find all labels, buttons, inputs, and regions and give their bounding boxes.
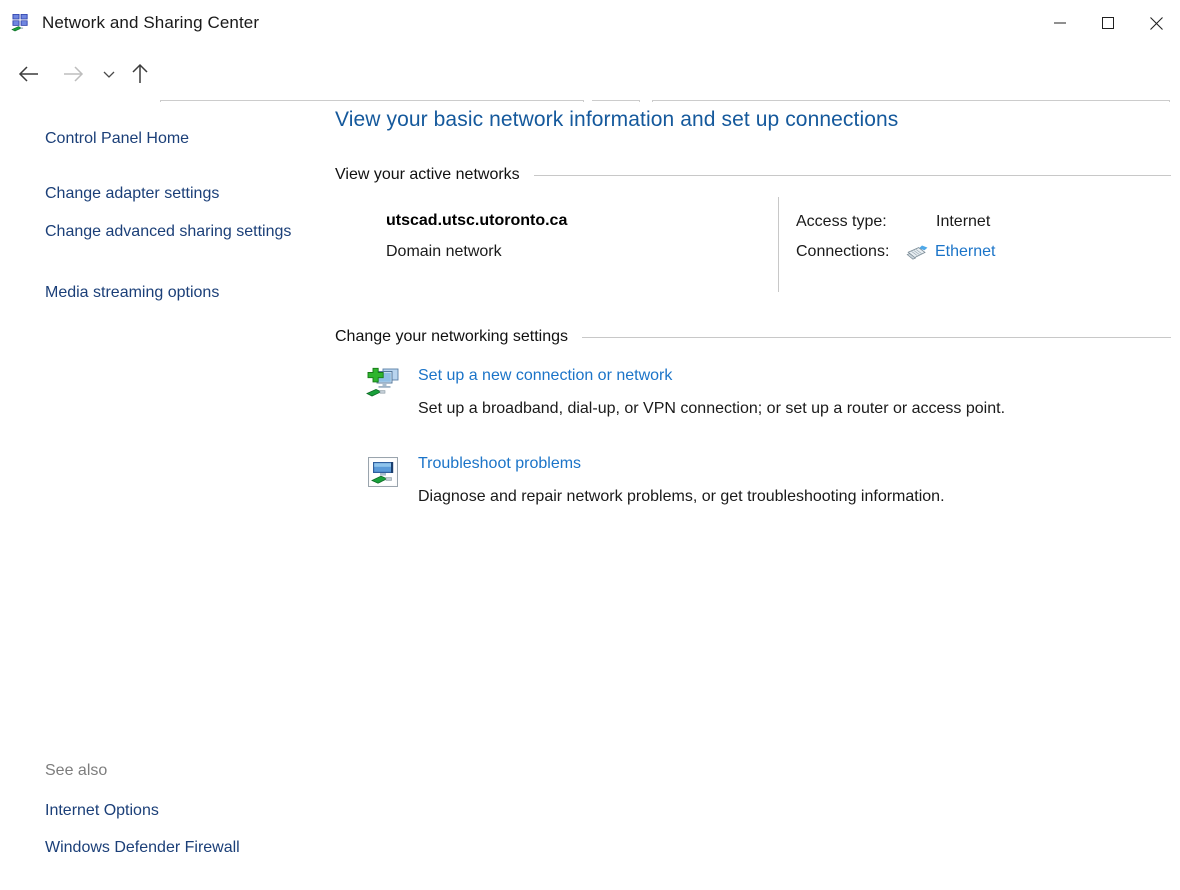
recent-locations-button[interactable] bbox=[95, 46, 123, 102]
navigation-bar: « Netw... › Network and Sharing ... bbox=[0, 46, 1180, 102]
forward-arrow-icon bbox=[61, 63, 85, 85]
sidebar-item-change-adapter-settings[interactable]: Change adapter settings bbox=[45, 183, 300, 204]
maximize-button[interactable] bbox=[1084, 0, 1132, 46]
ethernet-icon bbox=[905, 244, 929, 262]
access-type-value: Internet bbox=[936, 213, 990, 231]
troubleshoot-icon bbox=[365, 454, 401, 490]
network-sharing-icon bbox=[11, 13, 31, 33]
section-label: Change your networking settings bbox=[335, 328, 568, 346]
network-name: utscad.utsc.utoronto.ca bbox=[386, 212, 567, 230]
main-pane: View your basic network information and … bbox=[322, 102, 1180, 890]
back-arrow-icon bbox=[17, 63, 41, 85]
section-label: View your active networks bbox=[335, 166, 520, 184]
sidebar-item-control-panel-home[interactable]: Control Panel Home bbox=[45, 128, 300, 149]
forward-button[interactable] bbox=[52, 46, 94, 102]
network-type: Domain network bbox=[386, 243, 502, 261]
title-bar: Network and Sharing Center bbox=[0, 0, 1180, 46]
description-set-up-new-connection: Set up a broadband, dial-up, or VPN conn… bbox=[418, 400, 1005, 418]
chevron-down-icon bbox=[102, 69, 116, 79]
vertical-divider bbox=[778, 197, 779, 292]
access-type-label: Access type: bbox=[796, 213, 887, 231]
link-set-up-new-connection[interactable]: Set up a new connection or network bbox=[418, 367, 672, 385]
up-button[interactable] bbox=[122, 46, 158, 102]
connection-link-ethernet[interactable]: Ethernet bbox=[935, 243, 995, 261]
section-divider bbox=[534, 175, 1171, 176]
sidebar-item-windows-defender-firewall[interactable]: Windows Defender Firewall bbox=[45, 837, 300, 858]
close-icon bbox=[1150, 17, 1163, 30]
minimize-button[interactable] bbox=[1036, 0, 1084, 46]
page-title: View your basic network information and … bbox=[335, 108, 898, 132]
up-arrow-icon bbox=[130, 62, 150, 86]
description-troubleshoot-problems: Diagnose and repair network problems, or… bbox=[418, 488, 945, 506]
section-divider bbox=[582, 337, 1171, 338]
minimize-icon bbox=[1054, 17, 1066, 29]
new-connection-icon bbox=[365, 366, 401, 402]
window-title: Network and Sharing Center bbox=[42, 13, 259, 33]
sidebar: Control Panel Home Change adapter settin… bbox=[0, 102, 322, 890]
sidebar-item-change-advanced-sharing-settings[interactable]: Change advanced sharing settings bbox=[45, 221, 300, 242]
content-area: Control Panel Home Change adapter settin… bbox=[0, 102, 1180, 890]
back-button[interactable] bbox=[8, 46, 50, 102]
see-also-heading: See also bbox=[45, 762, 107, 780]
maximize-icon bbox=[1102, 17, 1114, 29]
section-header-active-networks: View your active networks bbox=[335, 166, 1171, 184]
section-header-change-settings: Change your networking settings bbox=[335, 328, 1171, 346]
window-controls bbox=[1036, 0, 1180, 46]
link-troubleshoot-problems[interactable]: Troubleshoot problems bbox=[418, 455, 581, 473]
connections-label: Connections: bbox=[796, 243, 889, 261]
active-network-entry: utscad.utsc.utoronto.ca Domain network A… bbox=[335, 196, 1171, 301]
close-button[interactable] bbox=[1132, 0, 1180, 46]
sidebar-item-internet-options[interactable]: Internet Options bbox=[45, 800, 300, 821]
sidebar-item-media-streaming-options[interactable]: Media streaming options bbox=[45, 282, 300, 303]
